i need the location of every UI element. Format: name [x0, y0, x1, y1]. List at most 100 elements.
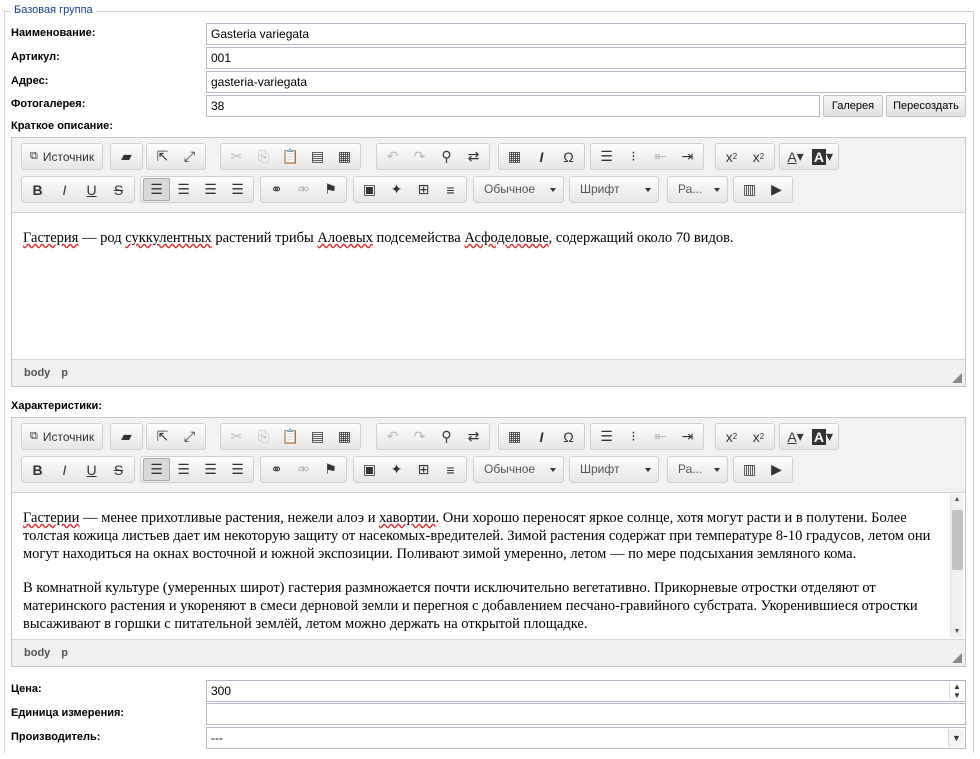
paste-word-icon[interactable]: ▦ [331, 145, 358, 168]
path-item[interactable]: body [24, 367, 50, 379]
media-icon[interactable]: ▶ [763, 458, 790, 481]
justify-icon[interactable]: ☰ [224, 178, 251, 201]
table-icon[interactable]: ⊞ [410, 458, 437, 481]
flash-icon[interactable]: ✦ [383, 458, 410, 481]
bg-color-icon[interactable]: A ▾ [809, 425, 836, 448]
copy-icon[interactable]: ⎘ [250, 145, 277, 168]
justify-icon[interactable]: ☰ [224, 458, 251, 481]
flash-icon[interactable]: ✦ [383, 178, 410, 201]
horizontal-rule-icon[interactable]: ≡ [437, 458, 464, 481]
video-icon[interactable]: ▥ [736, 178, 763, 201]
link-icon[interactable]: ⚭ [263, 458, 290, 481]
find-icon[interactable]: ⚲ [433, 425, 460, 448]
comment-icon[interactable]: ▰ [113, 425, 140, 448]
scroll-thumb[interactable] [952, 510, 963, 570]
align-right-icon[interactable]: ☰ [197, 458, 224, 481]
path-item[interactable]: p [61, 367, 68, 379]
spin-up-icon[interactable]: ▲ [950, 682, 964, 691]
paste-word-icon[interactable]: ▦ [331, 425, 358, 448]
font-combo[interactable]: Шрифт [569, 456, 659, 483]
superscript-icon[interactable]: x2 [745, 425, 772, 448]
horizontal-rule-icon[interactable]: ≡ [437, 178, 464, 201]
name-input[interactable]: Gasteria variegata [206, 23, 966, 45]
underline-icon[interactable]: U [78, 458, 105, 481]
cut-icon[interactable]: ✂ [223, 145, 250, 168]
anchor-icon[interactable]: ⚑ [317, 178, 344, 201]
numbered-list-icon[interactable]: ☰ [593, 425, 620, 448]
manufacturer-select[interactable]: --- ▼ [206, 727, 966, 749]
remove-format-icon[interactable]: I [528, 145, 555, 168]
subscript-icon[interactable]: x2 [718, 145, 745, 168]
redo-icon[interactable]: ↷ [406, 425, 433, 448]
align-right-icon[interactable]: ☰ [197, 178, 224, 201]
bold-icon[interactable]: B [24, 458, 51, 481]
paste-icon[interactable]: 📋 [277, 145, 304, 168]
cut-icon[interactable]: ✂ [223, 425, 250, 448]
outdent-icon[interactable]: ⇤ [647, 145, 674, 168]
image-icon[interactable]: ▣ [356, 458, 383, 481]
address-input[interactable]: gasteria-variegata [206, 71, 966, 93]
gallery-button[interactable]: Галерея [823, 95, 883, 117]
format-combo[interactable]: Обычное [473, 176, 564, 203]
paste-text-icon[interactable]: ▤ [304, 425, 331, 448]
resize-handle-icon[interactable] [952, 373, 962, 383]
gallery-input[interactable]: 38 [206, 95, 820, 117]
align-center-icon[interactable]: ☰ [170, 458, 197, 481]
anchor-icon[interactable]: ⚑ [317, 458, 344, 481]
copy-icon[interactable]: ⎘ [250, 425, 277, 448]
video-icon[interactable]: ▥ [736, 458, 763, 481]
chevron-down-icon[interactable]: ▼ [948, 729, 964, 747]
size-combo[interactable]: Ра... [667, 456, 728, 483]
bg-color-icon[interactable]: A ▾ [809, 145, 836, 168]
paste-text-icon[interactable]: ▤ [304, 145, 331, 168]
editor-scrollbar[interactable]: ▲ ▼ [950, 494, 963, 638]
font-combo[interactable]: Шрифт [569, 176, 659, 203]
strike-icon[interactable]: S [105, 178, 132, 201]
align-left-icon[interactable]: ☰ [143, 178, 170, 201]
indent-icon[interactable]: ⇥ [674, 145, 701, 168]
text-color-icon[interactable]: A ▾ [782, 425, 809, 448]
special-char-icon[interactable]: Ω [555, 425, 582, 448]
strike-icon[interactable]: S [105, 458, 132, 481]
find-icon[interactable]: ⚲ [433, 145, 460, 168]
image-icon[interactable]: ▣ [356, 178, 383, 201]
link-icon[interactable]: ⚭ [263, 178, 290, 201]
price-input[interactable]: 300 ▲ ▼ [206, 680, 966, 702]
size-combo[interactable]: Ра... [667, 176, 728, 203]
outdent-icon[interactable]: ⇤ [647, 425, 674, 448]
select-all-icon[interactable]: ▦ [501, 145, 528, 168]
bold-icon[interactable]: B [24, 178, 51, 201]
bulleted-list-icon[interactable]: ⁝ [620, 425, 647, 448]
path-item[interactable]: p [61, 647, 68, 659]
redo-icon[interactable]: ↷ [406, 145, 433, 168]
select-all-icon[interactable]: ▦ [501, 425, 528, 448]
unit-input[interactable] [206, 703, 966, 725]
remove-format-icon[interactable]: I [528, 425, 555, 448]
replace-icon[interactable]: ⇄ [460, 425, 487, 448]
undo-icon[interactable]: ↶ [379, 145, 406, 168]
maximize-icon[interactable]: ⤢ [176, 145, 203, 168]
superscript-icon[interactable]: x2 [745, 145, 772, 168]
maximize-icon[interactable]: ⤢ [176, 425, 203, 448]
replace-icon[interactable]: ⇄ [460, 145, 487, 168]
scroll-down-icon[interactable]: ▼ [951, 626, 963, 638]
price-spinner[interactable]: ▲ ▼ [949, 682, 964, 700]
italic-icon[interactable]: I [51, 458, 78, 481]
editor-content[interactable]: Гастерия — род суккулентных растений три… [12, 212, 965, 360]
article-input[interactable]: 001 [206, 47, 966, 69]
align-left-icon[interactable]: ☰ [143, 458, 170, 481]
format-combo[interactable]: Обычное [473, 456, 564, 483]
paste-icon[interactable]: 📋 [277, 425, 304, 448]
align-center-icon[interactable]: ☰ [170, 178, 197, 201]
media-icon[interactable]: ▶ [763, 178, 790, 201]
underline-icon[interactable]: U [78, 178, 105, 201]
indent-icon[interactable]: ⇥ [674, 425, 701, 448]
undo-icon[interactable]: ↶ [379, 425, 406, 448]
resize-handle-icon[interactable] [952, 653, 962, 663]
path-item[interactable]: body [24, 647, 50, 659]
unlink-icon[interactable]: ⚮ [290, 458, 317, 481]
spin-down-icon[interactable]: ▼ [950, 691, 964, 700]
unlink-icon[interactable]: ⚮ [290, 178, 317, 201]
recreate-button[interactable]: Пересоздать [886, 95, 966, 117]
comment-icon[interactable]: ▰ [113, 145, 140, 168]
